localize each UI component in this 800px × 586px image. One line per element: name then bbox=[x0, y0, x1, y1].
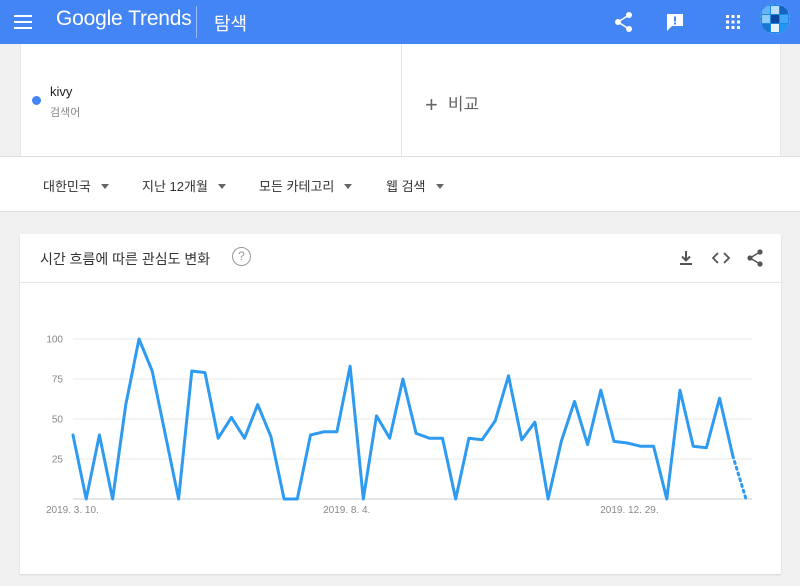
data-point bbox=[494, 419, 497, 422]
period-label: 지난 12개월 bbox=[142, 179, 208, 194]
term-color-dot bbox=[32, 96, 41, 105]
data-point bbox=[111, 498, 114, 501]
data-point bbox=[560, 440, 563, 443]
data-point bbox=[296, 498, 299, 501]
data-point bbox=[230, 416, 233, 419]
data-point bbox=[467, 437, 470, 440]
plus-icon: + bbox=[425, 92, 438, 117]
data-point bbox=[243, 437, 246, 440]
y-tick-label: 25 bbox=[52, 455, 64, 466]
top-app-bar: Google Trends 탐색 bbox=[0, 0, 800, 44]
x-tick-label: 2019. 8. 4. bbox=[323, 505, 370, 516]
data-point bbox=[533, 421, 536, 424]
data-point bbox=[322, 430, 325, 433]
y-tick-label: 75 bbox=[52, 375, 64, 386]
filter-bar: 대한민국 지난 12개월 모든 카테고리 웹 검색 bbox=[0, 156, 800, 212]
help-icon[interactable]: ? bbox=[232, 247, 251, 266]
share-icon[interactable] bbox=[609, 7, 639, 37]
data-point bbox=[375, 414, 378, 417]
data-point bbox=[441, 437, 444, 440]
data-point bbox=[520, 438, 523, 441]
data-point bbox=[72, 434, 75, 437]
chevron-down-icon bbox=[100, 184, 109, 189]
interest-over-time-card: 시간 흐름에 따른 관심도 변화 ? 100 75 50 25 2019. 3. 10.… bbox=[20, 234, 781, 574]
data-point bbox=[256, 403, 259, 406]
data-point bbox=[692, 445, 695, 448]
data-point bbox=[731, 454, 734, 457]
category-dropdown[interactable]: 모든 카테고리 bbox=[259, 176, 353, 195]
search-terms-panel: kivy 검색어 + 비교 bbox=[20, 44, 781, 156]
data-point bbox=[652, 445, 655, 448]
page-title: 탐색 bbox=[214, 14, 248, 34]
data-point bbox=[190, 370, 193, 373]
data-point bbox=[137, 338, 140, 341]
data-point bbox=[124, 403, 127, 406]
data-point bbox=[85, 498, 88, 501]
data-point bbox=[349, 365, 352, 368]
data-point bbox=[98, 434, 101, 437]
data-point bbox=[269, 435, 272, 438]
data-point bbox=[428, 437, 431, 440]
data-point bbox=[454, 498, 457, 501]
search-term-name[interactable]: kivy bbox=[50, 84, 72, 99]
series-line-partial bbox=[731, 454, 748, 501]
data-point bbox=[401, 378, 404, 381]
data-point bbox=[481, 438, 484, 441]
x-tick-label: 2019. 3. 10. bbox=[46, 505, 99, 516]
menu-icon[interactable] bbox=[10, 9, 36, 35]
property-label: 웹 검색 bbox=[386, 179, 426, 194]
data-point bbox=[599, 389, 602, 392]
logo-trends-text: Trends bbox=[128, 7, 192, 30]
data-point bbox=[705, 446, 708, 449]
embed-icon[interactable] bbox=[710, 247, 732, 269]
data-point bbox=[573, 400, 576, 403]
data-point bbox=[679, 389, 682, 392]
data-point bbox=[203, 371, 206, 374]
data-point bbox=[283, 498, 286, 501]
y-tick-label: 50 bbox=[52, 415, 64, 426]
share-icon[interactable] bbox=[744, 247, 766, 269]
download-icon[interactable] bbox=[675, 247, 697, 269]
data-point bbox=[745, 498, 748, 501]
chevron-down-icon bbox=[344, 184, 353, 189]
data-point bbox=[164, 434, 167, 437]
data-point bbox=[639, 445, 642, 448]
category-label: 모든 카테고리 bbox=[259, 179, 335, 194]
feedback-icon[interactable] bbox=[660, 7, 690, 37]
data-point bbox=[665, 498, 668, 501]
data-point bbox=[362, 498, 365, 501]
data-point bbox=[151, 370, 154, 373]
data-point bbox=[388, 437, 391, 440]
x-tick-label: 2019. 12. 29. bbox=[600, 505, 658, 516]
google-trends-logo[interactable]: Google Trends bbox=[56, 7, 192, 31]
logo-google-text: Google bbox=[56, 7, 123, 30]
data-point bbox=[586, 443, 589, 446]
account-avatar[interactable] bbox=[760, 4, 790, 34]
period-dropdown[interactable]: 지난 12개월 bbox=[142, 176, 226, 195]
interest-line-chart: 100 75 50 25 2019. 3. 10. 2019. 8. 4. 2019. 12… bbox=[46, 335, 752, 516]
data-point bbox=[309, 434, 312, 437]
data-point bbox=[507, 374, 510, 377]
y-tick-label: 100 bbox=[46, 335, 63, 346]
add-comparison-button[interactable]: + 비교 bbox=[425, 90, 479, 118]
search-term-type: 검색어 bbox=[50, 107, 81, 119]
data-point bbox=[718, 397, 721, 400]
search-property-dropdown[interactable]: 웹 검색 bbox=[386, 176, 444, 195]
card-title: 시간 흐름에 따른 관심도 변화 bbox=[40, 251, 211, 267]
data-point bbox=[415, 432, 418, 435]
compare-label: 비교 bbox=[447, 95, 480, 114]
region-dropdown[interactable]: 대한민국 bbox=[43, 176, 109, 195]
chevron-down-icon bbox=[217, 184, 226, 189]
header-divider bbox=[196, 6, 197, 38]
region-label: 대한민국 bbox=[43, 179, 91, 194]
data-point bbox=[335, 430, 338, 433]
chevron-down-icon bbox=[435, 184, 444, 189]
data-point bbox=[613, 440, 616, 443]
data-point bbox=[177, 498, 180, 501]
search-term-card[interactable]: kivy 검색어 bbox=[21, 44, 402, 156]
data-point bbox=[217, 437, 220, 440]
data-point bbox=[626, 442, 629, 445]
data-point bbox=[547, 498, 550, 501]
apps-grid-icon[interactable] bbox=[718, 7, 748, 37]
